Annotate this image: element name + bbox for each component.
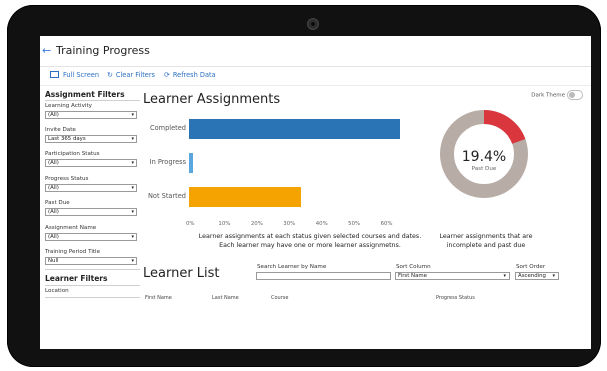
assignments-bar-chart: Completed In Progress Not Started 0% 10% 2… bbox=[140, 108, 420, 238]
learning-activity-select[interactable]: (All) ▾ bbox=[45, 111, 137, 119]
caption-line: Learner assignments that are bbox=[439, 233, 533, 240]
x-tick-label: 30% bbox=[283, 221, 296, 227]
x-tick-label: 50% bbox=[348, 221, 361, 227]
full-screen-icon bbox=[50, 71, 59, 78]
caption-line: incomplete and past due bbox=[446, 242, 526, 249]
bar-in-progress[interactable] bbox=[189, 153, 193, 173]
dark-theme-toggle[interactable]: Dark Theme bbox=[531, 90, 583, 100]
caption-line: Learner assignments at each status given… bbox=[198, 233, 422, 240]
column-header-first-name[interactable]: First Name bbox=[145, 295, 172, 301]
chevron-down-icon: ▾ bbox=[131, 209, 134, 215]
past-due-percent: 19.4% bbox=[461, 149, 507, 165]
filter-label-location: Location bbox=[45, 288, 69, 294]
bar-completed[interactable] bbox=[189, 119, 400, 139]
toolbar: Full Screen ↻ Clear Filters ⟳ Refresh Data bbox=[40, 67, 591, 86]
chevron-down-icon: ▾ bbox=[131, 258, 134, 264]
past-due-select[interactable]: (All) ▾ bbox=[45, 208, 137, 216]
select-value: First Name bbox=[398, 273, 427, 279]
chevron-down-icon: ▾ bbox=[131, 185, 134, 191]
select-value: Ascending bbox=[518, 273, 546, 279]
divider bbox=[45, 269, 140, 270]
filter-sidebar: Assignment Filters Learning Activity (Al… bbox=[40, 88, 140, 349]
chevron-down-icon: ▾ bbox=[552, 273, 555, 279]
select-value: Null bbox=[48, 258, 59, 264]
invite-date-select[interactable]: Last 365 days ▾ bbox=[45, 135, 137, 143]
learner-assignments-heading: Learner Assignments bbox=[143, 92, 281, 107]
x-tick-label: 40% bbox=[315, 221, 328, 227]
sort-order-select[interactable]: Ascending ▾ bbox=[515, 272, 559, 280]
chevron-down-icon: ▾ bbox=[131, 136, 134, 142]
column-header-progress-status[interactable]: Progress Status bbox=[436, 295, 475, 301]
tablet-frame: ← Training Progress Full Screen ↻ Clear F… bbox=[7, 5, 601, 367]
search-learner-input[interactable] bbox=[256, 272, 391, 280]
filter-label-training-period: Training Period Title bbox=[45, 249, 101, 255]
back-arrow-icon[interactable]: ← bbox=[42, 44, 51, 57]
full-screen-label: Full Screen bbox=[63, 71, 100, 79]
page-title: Training Progress bbox=[56, 44, 150, 57]
filter-label-learning-activity: Learning Activity bbox=[45, 103, 92, 109]
sort-order-label: Sort Order bbox=[516, 264, 546, 270]
sort-column-label: Sort Column bbox=[396, 264, 431, 270]
header-bar: ← Training Progress bbox=[40, 36, 591, 67]
participation-status-select[interactable]: (All) ▾ bbox=[45, 159, 137, 167]
donut-caption: Learner assignments that are incomplete … bbox=[426, 232, 546, 250]
learner-filters-heading: Learner Filters bbox=[45, 274, 108, 283]
select-value: (All) bbox=[48, 185, 59, 191]
chevron-down-icon: ▾ bbox=[131, 234, 134, 240]
select-value: (All) bbox=[48, 112, 59, 118]
x-tick-label: 20% bbox=[250, 221, 263, 227]
toggle-switch-icon[interactable] bbox=[567, 90, 583, 100]
select-value: (All) bbox=[48, 209, 59, 215]
filter-label-progress-status: Progress Status bbox=[45, 176, 89, 182]
filter-label-past-due: Past Due bbox=[45, 200, 70, 206]
training-period-select[interactable]: Null ▾ bbox=[45, 257, 137, 265]
assignment-name-select[interactable]: (All) ▾ bbox=[45, 233, 137, 241]
select-value: (All) bbox=[48, 160, 59, 166]
location-select-edge[interactable] bbox=[45, 297, 140, 298]
x-tick-label: 60% bbox=[380, 221, 393, 227]
column-header-course[interactable]: Course bbox=[271, 295, 288, 301]
chevron-down-icon: ▾ bbox=[131, 160, 134, 166]
x-tick-label: 10% bbox=[218, 221, 231, 227]
divider bbox=[45, 100, 140, 101]
search-learner-label: Search Learner by Name bbox=[257, 264, 327, 270]
divider bbox=[45, 285, 140, 286]
category-label-completed: Completed bbox=[150, 124, 186, 132]
camera-icon bbox=[307, 18, 319, 30]
learner-list-heading: Learner List bbox=[143, 266, 220, 281]
app-screen: ← Training Progress Full Screen ↻ Clear F… bbox=[40, 36, 591, 349]
reset-icon: ↻ bbox=[107, 71, 113, 79]
column-header-last-name[interactable]: Last Name bbox=[212, 295, 239, 301]
sort-column-select[interactable]: First Name ▾ bbox=[395, 272, 510, 280]
select-value: (All) bbox=[48, 234, 59, 240]
assignments-caption: Learner assignments at each status given… bbox=[180, 232, 440, 250]
refresh-icon: ⟳ bbox=[164, 71, 170, 79]
chevron-down-icon: ▾ bbox=[503, 273, 506, 279]
bar-not-started[interactable] bbox=[189, 187, 301, 207]
clear-filters-label: Clear Filters bbox=[115, 71, 155, 79]
past-due-label: Past Due bbox=[471, 166, 497, 172]
refresh-data-label: Refresh Data bbox=[172, 71, 216, 79]
chevron-down-icon: ▾ bbox=[131, 112, 134, 118]
refresh-data-button[interactable]: ⟳ Refresh Data bbox=[164, 71, 216, 79]
category-label-in-progress: In Progress bbox=[149, 158, 186, 166]
progress-status-select[interactable]: (All) ▾ bbox=[45, 184, 137, 192]
clear-filters-button[interactable]: ↻ Clear Filters bbox=[107, 71, 155, 79]
category-label-not-started: Not Started bbox=[148, 192, 186, 200]
filter-label-assignment-name: Assignment Name bbox=[45, 225, 97, 231]
filter-label-participation-status: Participation Status bbox=[45, 151, 100, 157]
filter-label-invite-date: Invite Date bbox=[45, 127, 76, 133]
x-tick-label: 0% bbox=[186, 221, 195, 227]
assignment-filters-heading: Assignment Filters bbox=[45, 90, 125, 99]
caption-line: Each learner may have one or more learne… bbox=[219, 242, 401, 249]
full-screen-button[interactable]: Full Screen bbox=[50, 71, 99, 79]
select-value: Last 365 days bbox=[48, 136, 86, 142]
dark-theme-label: Dark Theme bbox=[531, 92, 565, 99]
